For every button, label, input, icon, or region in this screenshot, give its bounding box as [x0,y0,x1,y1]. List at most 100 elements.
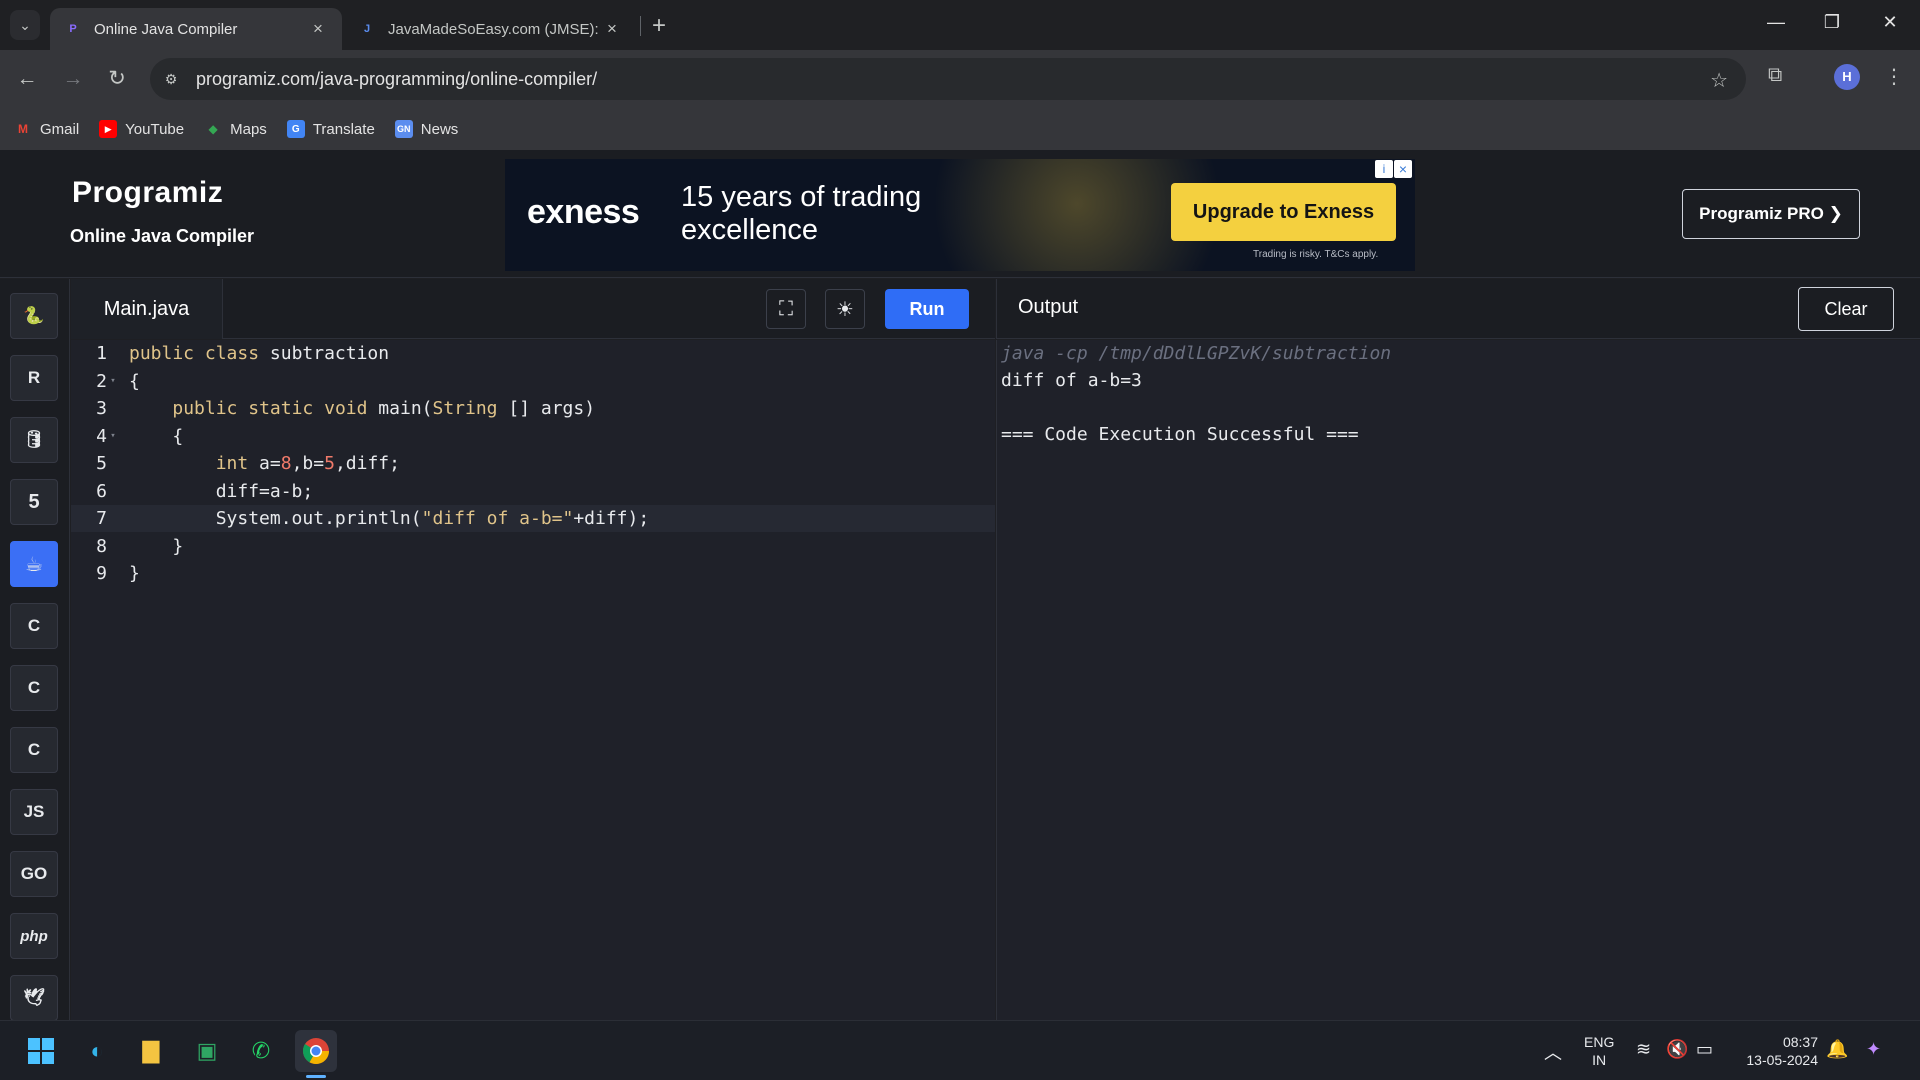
windows-taskbar: ◐ ▇ ▣ ✆ ︿ ENG IN ≋ 🔇 ▭ 08:37 13-05-2024 … [0,1020,1920,1080]
tab-divider [640,16,641,36]
tab-online-java-compiler[interactable]: P Online Java Compiler × [50,8,342,50]
code-line[interactable]: 4 ▾ { [71,423,995,450]
output-toolbar: Output Clear [996,279,1920,339]
youtube-icon: ▶ [99,120,118,138]
advertisement-banner[interactable]: exness 15 years of trading excellence Up… [505,159,1415,271]
tab-title: JavaMadeSoEasy.com (JMSE): W [388,20,602,38]
language-r-icon[interactable]: R [10,355,58,401]
forward-arrow-icon[interactable]: → [58,64,88,94]
clear-button[interactable]: Clear [1798,287,1894,331]
bookmark-label: Translate [312,120,375,138]
output-title: Output [1018,296,1079,318]
windows-start-icon[interactable] [20,1030,62,1072]
reload-icon[interactable]: ↻ [102,64,132,94]
code-line[interactable]: 1 public class subtraction [71,340,995,367]
extensions-puzzle-icon[interactable]: ⧉ [1768,64,1782,87]
code-text[interactable]: { [129,371,140,392]
bookmark-gmail[interactable]: M Gmail [14,120,79,138]
classroom-app-icon[interactable]: ▣ [186,1030,228,1072]
fold-toggle-icon[interactable]: ▾ [107,376,119,386]
bookmarks-bar: M Gmail ▶ YouTube ◆ Maps G Translate GN … [0,108,1920,150]
language-cpp-icon[interactable]: C [10,665,58,711]
bookmark-maps[interactable]: ◆ Maps [204,120,267,138]
code-line[interactable]: 6 diff=a-b; [71,478,995,505]
programiz-pro-button[interactable]: Programiz PRO ❯ [1682,189,1860,239]
bookmark-news[interactable]: GN News [394,120,459,138]
code-line[interactable]: 9} [71,560,995,587]
minimize-icon[interactable]: — [1756,12,1796,33]
bookmark-translate[interactable]: G Translate [286,120,375,138]
code-text[interactable]: diff=a-b; [129,481,314,502]
bookmark-label: News [420,120,459,138]
file-explorer-icon[interactable]: ▇ [130,1030,172,1072]
bookmark-youtube[interactable]: ▶ YouTube [99,120,184,138]
address-bar[interactable]: ⚙ programiz.com/java-programming/online-… [150,58,1746,100]
wifi-icon[interactable]: ≋ [1636,1039,1651,1060]
language-c-icon[interactable]: C [10,603,58,649]
code-text[interactable]: System.out.println("diff of a-b="+diff); [129,508,650,529]
programiz-header: Programiz Online Java Compiler exness 15… [0,150,1920,278]
browser-toolbar: ← → ↻ ⚙ programiz.com/java-programming/o… [0,50,1920,108]
language-go-icon[interactable]: GO [10,851,58,897]
output-console[interactable]: java -cp /tmp/dDdlLGPZvK/subtraction dif… [996,340,1920,1020]
ad-close-icon[interactable]: × [1394,160,1412,178]
language-swift-icon[interactable]: 🕊 [10,975,58,1021]
profile-avatar[interactable]: H [1834,64,1860,90]
language-csharp-icon[interactable]: C [10,727,58,773]
code-line[interactable]: 2 ▾ { [71,368,995,395]
line-number: 3 [96,398,107,419]
language-sql-icon[interactable]: 🛢 [10,417,58,463]
line-number: 6 [96,480,107,502]
editor-toolbar: Main.java ⛶ ☀ Run [71,279,995,339]
bookmark-star-icon[interactable]: ☆ [1710,68,1728,93]
new-tab-plus-icon[interactable]: + [652,12,666,40]
show-hidden-icons-chevron-icon[interactable]: ︿ [1544,1039,1562,1065]
close-window-icon[interactable]: ✕ [1870,12,1910,33]
back-arrow-icon[interactable]: ← [12,64,42,94]
edge-browser-icon[interactable]: ◐ [76,1030,118,1072]
language-javascript-icon[interactable]: JS [10,789,58,835]
code-text[interactable]: public class subtraction [129,343,389,364]
language-java-icon[interactable]: ☕ [10,541,58,587]
gmail-icon: M [18,122,28,136]
programiz-logo[interactable]: Programiz [72,176,223,210]
code-text[interactable]: { [129,426,183,447]
theme-toggle-sun-icon[interactable]: ☀ [825,289,865,329]
code-line[interactable]: 3 public static void main(String [] args… [71,395,995,422]
tab-javamadesoeasy[interactable]: J JavaMadeSoEasy.com (JMSE): W × [344,8,636,50]
fold-toggle-icon[interactable]: ▾ [107,431,119,441]
tab-search-chevron-icon[interactable]: ⌄ [10,10,40,40]
code-editor[interactable]: 1 public class subtraction 2 ▾{3 public sta… [71,340,995,1020]
code-text[interactable]: int a=8,b=5,diff; [129,453,400,474]
close-tab-icon[interactable]: × [602,19,622,39]
url-text[interactable]: programiz.com/java-programming/online-co… [196,69,597,90]
date: 13-05-2024 [1746,1052,1818,1068]
tab-title: Online Java Compiler [94,20,238,38]
code-text[interactable]: public static void main(String [] args) [129,398,595,419]
code-line[interactable]: 5 int a=8,b=5,diff; [71,450,995,477]
ad-cta-button[interactable]: Upgrade to Exness [1171,183,1396,241]
close-tab-icon[interactable]: × [308,19,328,39]
speaker-muted-icon[interactable]: 🔇 [1666,1039,1688,1060]
code-text[interactable]: } [129,563,140,584]
fullscreen-icon[interactable]: ⛶ [766,289,806,329]
ad-info-icon[interactable]: i [1375,160,1393,178]
code-line[interactable]: 7 System.out.println("diff of a-b="+diff… [71,505,995,532]
language-python-icon[interactable]: 🐍 [10,293,58,339]
input-language-indicator[interactable]: ENG IN [1584,1033,1614,1069]
run-button[interactable]: Run [885,289,969,329]
language-html-icon[interactable]: 5 [10,479,58,525]
notification-bell-icon[interactable]: 🔔 [1826,1039,1848,1060]
battery-icon[interactable]: ▭ [1696,1039,1713,1060]
site-info-icon[interactable]: ⚙ [150,71,192,88]
code-text[interactable]: } [129,536,183,557]
file-tab-main-java[interactable]: Main.java [71,279,223,339]
clock[interactable]: 08:37 13-05-2024 [1738,1033,1818,1069]
more-menu-icon[interactable]: ⋮ [1884,64,1904,89]
language-php-icon[interactable]: php [10,913,58,959]
copilot-icon[interactable]: ✦ [1866,1039,1881,1060]
chrome-icon[interactable] [295,1030,337,1072]
whatsapp-icon[interactable]: ✆ [240,1030,282,1072]
restore-icon[interactable]: ❐ [1812,12,1852,33]
code-line[interactable]: 8 } [71,533,995,560]
